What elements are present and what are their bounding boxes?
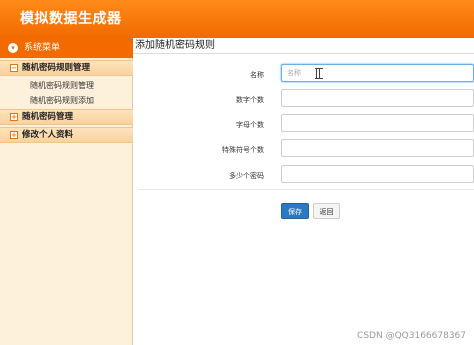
- app-title: 模拟数据生成器: [20, 11, 122, 27]
- sidebar-group-password[interactable]: + 随机密码管理: [0, 109, 133, 125]
- save-button[interactable]: 保存: [281, 203, 309, 219]
- back-button[interactable]: 返回: [313, 203, 340, 219]
- page-title: 添加随机密码规则: [133, 38, 474, 54]
- sidebar: ▾ 系统菜单 − 随机密码规则管理 随机密码规则管理 随机密码规则添加 + 随机…: [0, 38, 133, 345]
- letter-count-input[interactable]: [281, 114, 474, 132]
- sidebar-header-label: 系统菜单: [24, 43, 61, 53]
- sidebar-group-label: 修改个人资料: [22, 130, 74, 140]
- digit-count-input[interactable]: [281, 89, 474, 107]
- sidebar-group-profile[interactable]: + 修改个人资料: [0, 127, 133, 143]
- symbol-count-input[interactable]: [281, 139, 474, 157]
- expand-icon: +: [10, 113, 18, 121]
- sidebar-item-rule-manage[interactable]: 随机密码规则管理: [30, 80, 94, 91]
- field-label-password-count: 多少个密码: [229, 172, 264, 180]
- sidebar-header[interactable]: ▾ 系统菜单: [0, 38, 133, 58]
- sidebar-group-password-rule[interactable]: − 随机密码规则管理: [0, 60, 133, 76]
- expand-icon: +: [10, 131, 18, 139]
- collapse-icon: −: [10, 64, 18, 72]
- field-label-digit-count: 数字个数: [236, 96, 264, 104]
- chevron-down-icon: ▾: [8, 43, 18, 53]
- sidebar-group-label: 随机密码管理: [22, 112, 74, 122]
- password-count-input[interactable]: [281, 165, 474, 183]
- name-input[interactable]: [281, 64, 474, 82]
- text-cursor-icon: [315, 68, 323, 79]
- field-label-letter-count: 字母个数: [236, 121, 264, 129]
- form-divider: [138, 189, 474, 190]
- top-bar: 模拟数据生成器: [0, 0, 474, 38]
- sidebar-group-label: 随机密码规则管理: [22, 63, 91, 73]
- sidebar-item-rule-add[interactable]: 随机密码规则添加: [30, 95, 94, 106]
- field-label-symbol-count: 特殊符号个数: [222, 146, 264, 154]
- watermark: CSDN @QQ3166678367: [357, 331, 466, 341]
- field-label-name: 名称: [250, 71, 264, 79]
